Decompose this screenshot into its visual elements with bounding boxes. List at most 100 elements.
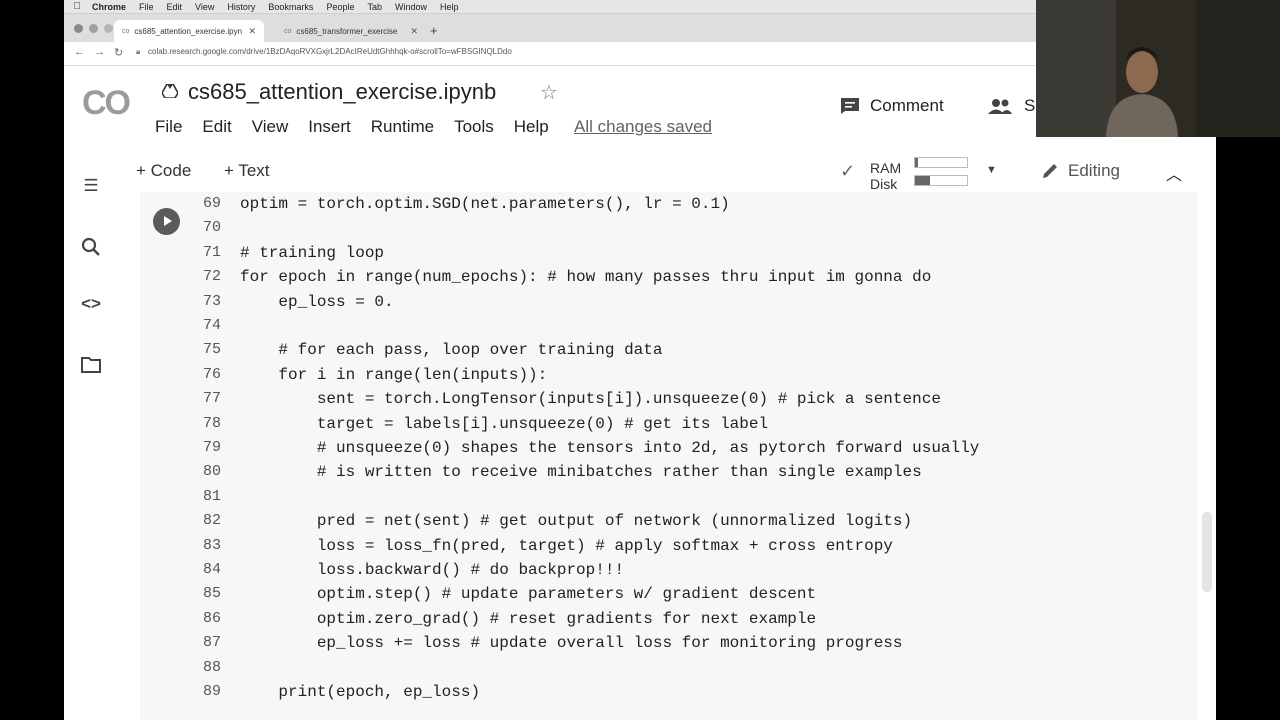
code-editor[interactable]: 69 optim = torch.optim.SGD(net.parameters… <box>196 192 1198 720</box>
search-icon[interactable] <box>80 236 102 258</box>
scrollbar-thumb[interactable] <box>1202 512 1212 592</box>
apple-icon[interactable]:  <box>70 1 84 12</box>
code-cell[interactable]: 69 optim = torch.optim.SGD(net.parameters… <box>140 192 1198 720</box>
menu-window[interactable]: Window <box>395 2 427 12</box>
menu-bookmarks[interactable]: Bookmarks <box>268 2 313 12</box>
window-controls <box>74 24 113 33</box>
add-text-button[interactable]: + Text <box>224 161 270 181</box>
table-of-contents-icon[interactable]: ☰ <box>80 176 102 198</box>
close-window-icon[interactable] <box>74 24 83 33</box>
close-tab-icon[interactable]: ✕ <box>410 26 418 37</box>
share-button[interactable]: S <box>988 96 1035 116</box>
line-number: 85 <box>203 585 222 603</box>
code-text: sent = torch.LongTensor(inputs[i]).unsqu… <box>240 390 941 409</box>
line-number: 77 <box>203 390 222 408</box>
tab-attention-exercise[interactable]: co cs685_attention_exercise.ipyn ✕ <box>114 20 264 42</box>
menu-help[interactable]: Help <box>440 2 459 12</box>
code-text: optim.zero_grad() # reset gradients for … <box>240 609 817 628</box>
code-text: target = labels[i].unsqueeze(0) # get it… <box>240 414 769 433</box>
lock-icon[interactable]: 🔒︎ <box>136 47 140 57</box>
add-code-button[interactable]: + Code <box>136 161 191 181</box>
comment-icon <box>841 98 859 114</box>
colab-menu-view[interactable]: View <box>252 117 289 137</box>
code-text: # for each pass, loop over training data <box>240 341 663 360</box>
code-text: optim = torch.optim.SGD(net.parameters()… <box>240 195 730 213</box>
ram-label: RAM <box>870 160 902 176</box>
code-text: pred = net(sent) # get output of network… <box>240 512 913 531</box>
save-status[interactable]: All changes saved <box>574 117 712 137</box>
line-number: 88 <box>203 658 222 676</box>
menu-edit[interactable]: Edit <box>167 2 183 12</box>
menu-file[interactable]: File <box>139 2 154 12</box>
line-number: 71 <box>203 243 222 261</box>
share-label: S <box>1024 96 1036 115</box>
menu-chrome[interactable]: Chrome <box>92 2 126 12</box>
colab-menu-file[interactable]: File <box>155 117 182 137</box>
colab-favicon-icon: co <box>122 27 130 35</box>
menu-tab[interactable]: Tab <box>367 2 382 12</box>
ram-bar <box>914 157 968 168</box>
line-number: 72 <box>203 268 222 286</box>
line-number: 84 <box>203 561 222 578</box>
line-number: 74 <box>203 317 222 334</box>
colab-menu: File Edit View Insert Runtime Tools Help <box>155 117 569 137</box>
new-tab-icon[interactable]: + <box>430 23 438 38</box>
disk-label: Disk <box>870 176 898 192</box>
people-icon <box>988 99 1012 114</box>
colab-menu-help[interactable]: Help <box>514 117 549 137</box>
resource-bars[interactable] <box>914 157 968 193</box>
notebook-toolbar: + Code + Text ✓ RAM Disk ▼ Editing ︿ <box>64 152 1216 192</box>
pencil-icon <box>1043 164 1057 178</box>
forward-icon[interactable]: → <box>94 46 105 58</box>
cell-gutter <box>140 192 196 720</box>
comment-label: Comment <box>870 96 944 115</box>
folder-icon[interactable] <box>80 354 102 376</box>
menu-history[interactable]: History <box>227 2 255 12</box>
tab-transformer-exercise[interactable]: co cs685_transformer_exercise ✕ <box>276 20 426 42</box>
ram-bar-fill <box>915 158 918 167</box>
url-field[interactable]: colab.research.google.com/drive/1BzDAqoR… <box>148 47 512 56</box>
webcam-overlay <box>1036 0 1280 137</box>
notebook-title[interactable]: cs685_attention_exercise.ipynb <box>188 79 496 105</box>
drive-icon[interactable] <box>162 84 178 98</box>
line-number: 80 <box>203 463 222 481</box>
colab-logo[interactable]: CO <box>82 84 131 123</box>
line-number: 70 <box>203 219 222 237</box>
code-text: print(epoch, ep_loss) <box>240 683 481 701</box>
chevron-down-icon[interactable]: ▼ <box>986 164 997 176</box>
line-number: 73 <box>203 292 222 310</box>
code-text: optim.step() # update parameters w/ grad… <box>240 585 817 604</box>
colab-menu-edit[interactable]: Edit <box>202 117 231 137</box>
reload-icon[interactable]: ↻ <box>114 46 123 59</box>
code-text: loss = loss_fn(pred, target) # apply sof… <box>240 536 893 555</box>
menu-people[interactable]: People <box>326 2 354 12</box>
colab-menu-runtime[interactable]: Runtime <box>371 117 434 137</box>
scrollbar[interactable] <box>1198 192 1216 720</box>
collapse-header-icon[interactable]: ︿ <box>1166 161 1182 185</box>
code-text: loss.backward() # do backprop!!! <box>240 561 625 579</box>
code-text: for epoch in range(num_epochs): # how ma… <box>240 268 932 287</box>
run-cell-button[interactable] <box>153 208 180 235</box>
colab-menu-tools[interactable]: Tools <box>454 117 494 137</box>
code-snippets-icon[interactable]: <> <box>80 294 102 316</box>
resource-labels[interactable]: RAM Disk <box>870 160 901 192</box>
line-number: 79 <box>203 439 222 456</box>
star-icon[interactable]: ☆ <box>540 80 558 105</box>
code-text: for i in range(len(inputs)): <box>240 365 548 384</box>
colab-menu-insert[interactable]: Insert <box>308 117 351 137</box>
minimize-window-icon[interactable] <box>89 24 98 33</box>
comment-button[interactable]: Comment <box>840 96 944 116</box>
back-icon[interactable]: ← <box>74 46 85 58</box>
editing-label: Editing <box>1068 161 1120 180</box>
line-number: 83 <box>203 536 222 554</box>
code-text: ep_loss = 0. <box>240 292 394 311</box>
tab-label: cs685_attention_exercise.ipyn <box>134 26 243 36</box>
menu-view[interactable]: View <box>195 2 214 12</box>
code-text: ep_loss += loss # update overall loss fo… <box>240 634 903 653</box>
editing-mode[interactable]: Editing <box>1040 161 1120 181</box>
line-number: 75 <box>203 341 222 359</box>
close-tab-icon[interactable]: ✕ <box>248 26 256 37</box>
check-icon: ✓ <box>840 161 856 181</box>
line-number: 86 <box>203 609 222 627</box>
maximize-window-icon[interactable] <box>104 24 113 33</box>
